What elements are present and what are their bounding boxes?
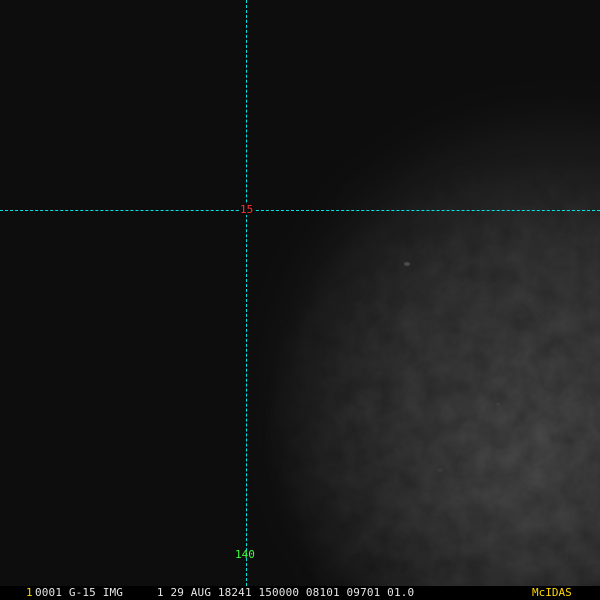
- mcidas-logo: McIDAS: [532, 586, 572, 599]
- frame-number: 1: [26, 586, 33, 599]
- bright-cloud-speck: [496, 402, 500, 406]
- satellite-image[interactable]: [0, 0, 600, 586]
- satellite-image-viewer[interactable]: 15 140 1 0001 G-15 IMG 1 29 AUG 18241 15…: [0, 0, 600, 600]
- latitude-label: 15: [239, 203, 255, 216]
- status-bar: 1 0001 G-15 IMG 1 29 AUG 18241 150000 08…: [0, 586, 600, 600]
- bright-cloud-speck: [437, 468, 443, 472]
- cloud-texture: [0, 0, 600, 586]
- bright-cloud-speck: [404, 262, 410, 266]
- image-info-text: 0001 G-15 IMG 1 29 AUG 18241 150000 0810…: [35, 586, 415, 599]
- longitude-label: 140: [235, 548, 255, 561]
